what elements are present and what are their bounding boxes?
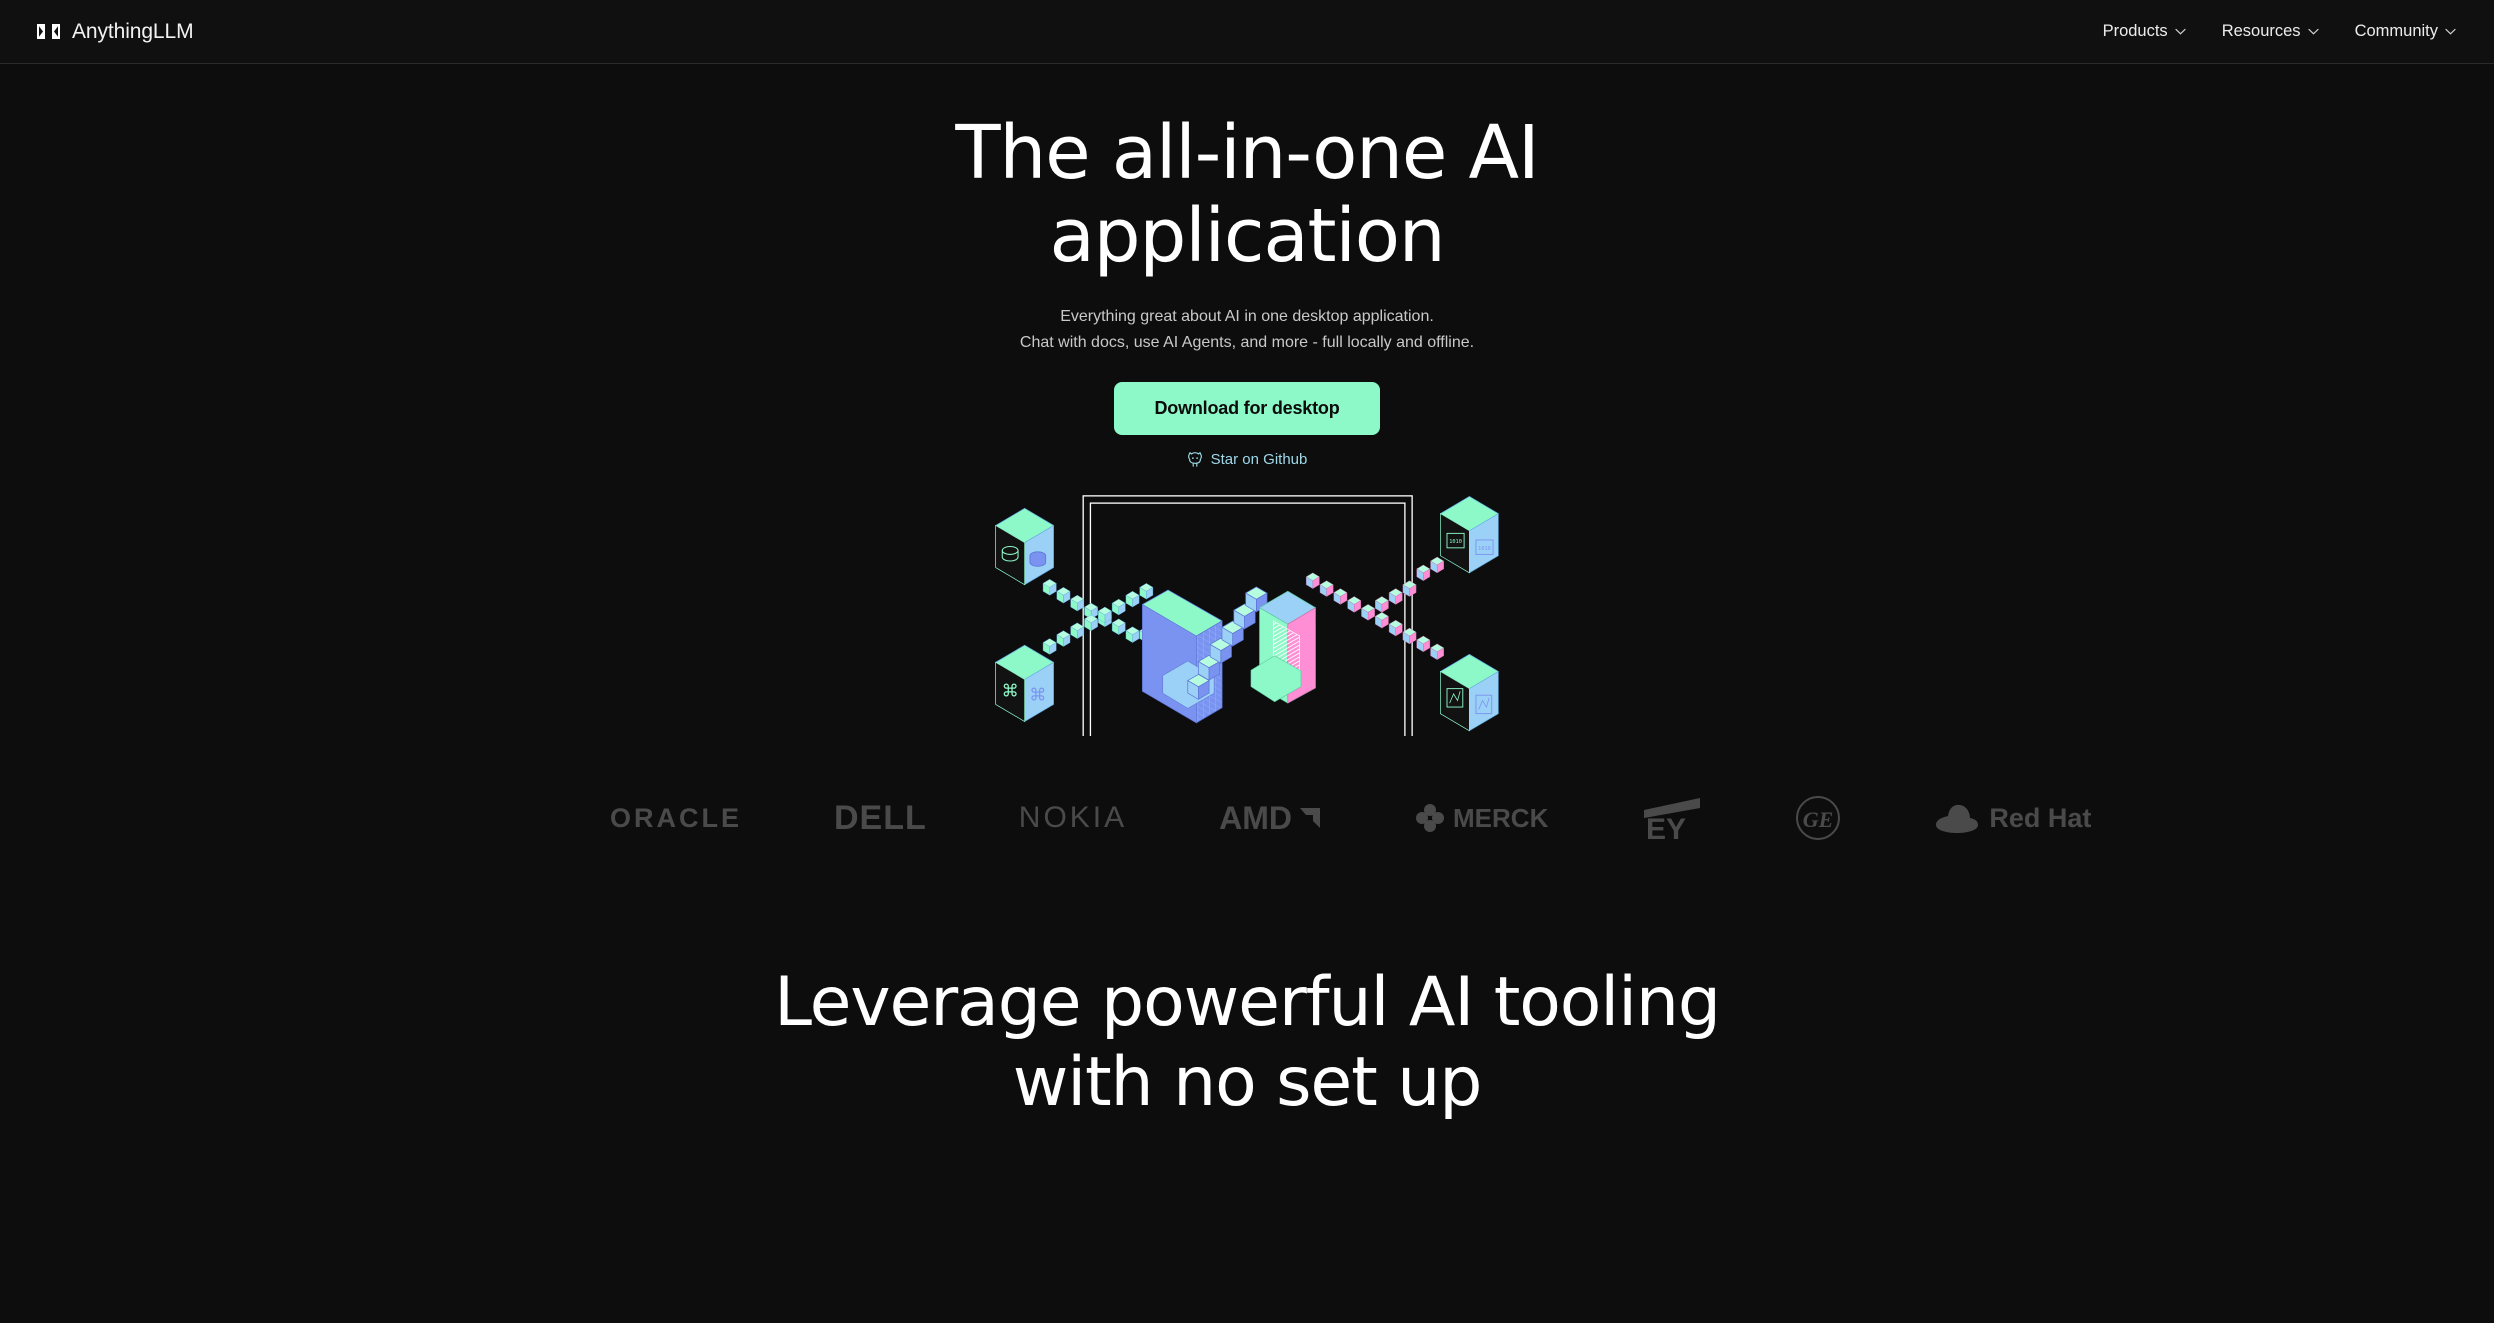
star-on-github-link[interactable]: Star on Github — [1187, 450, 1308, 468]
nav-item-resources[interactable]: Resources — [2222, 22, 2319, 41]
logo-ey: EY — [1640, 794, 1702, 842]
logo-amd-label: AMD — [1219, 799, 1293, 836]
logo-redhat: Red Hat — [1934, 801, 2091, 835]
corner-node-database — [995, 508, 1055, 586]
svg-text:GE: GE — [1803, 807, 1834, 832]
brand-name-label: AnythingLLM — [72, 19, 194, 43]
github-cat-icon — [1187, 451, 1203, 467]
logos-track: ORACLE DELL NOKIA AMD MERCK EY GE Red Ha… — [0, 778, 2494, 858]
logo-dell-label: DELL — [834, 798, 927, 837]
chevron-down-icon — [2175, 28, 2186, 35]
logo-nokia: NOKIA — [1019, 801, 1127, 835]
section2-title: Leverage powerful AI tooling with no set… — [0, 963, 2494, 1123]
chevron-down-icon — [2307, 28, 2319, 35]
merck-mark-icon — [1416, 804, 1445, 833]
page-title: The all-in-one AI application — [757, 112, 1737, 278]
logo-amd: AMD — [1219, 800, 1323, 837]
star-on-github-label: Star on Github — [1210, 450, 1308, 468]
brand-logo[interactable]: AnythingLLM — [36, 19, 194, 44]
logo-ge: GE — [1794, 794, 1842, 842]
logo-redhat-label: Red Hat — [1989, 802, 2092, 833]
ge-mark-icon: GE — [1796, 796, 1841, 841]
logo-oracle: ORACLE — [610, 803, 742, 834]
hero-cta-group: Download for desktop Star on Github — [0, 381, 2494, 473]
nav-item-products-label: Products — [2102, 22, 2168, 40]
download-for-desktop-button[interactable]: Download for desktop — [1114, 381, 1380, 435]
ey-mark-icon: EY — [1644, 798, 1701, 842]
hero-illustration-wrapper: ⌘ ⌘ 1010 1010 — [0, 486, 2494, 737]
nav-item-resources-label: Resources — [2221, 22, 2301, 40]
center-pink-u-block — [1250, 590, 1317, 704]
svg-text:EY: EY — [1646, 813, 1686, 842]
svg-text:⌘: ⌘ — [1002, 682, 1019, 702]
anythingllm-logo-mark-icon — [36, 23, 61, 40]
corner-node-binary: 1010 1010 — [1439, 496, 1499, 574]
logo-merck-label: MERCK — [1453, 802, 1549, 833]
top-navbar: AnythingLLM Products Resources Community — [0, 0, 2494, 64]
nav-item-products[interactable]: Products — [2103, 22, 2186, 41]
section2-title-line1: Leverage powerful AI tooling — [774, 963, 1721, 1043]
hero-subtitle-line2: Chat with docs, use AI Agents, and more … — [1019, 333, 1475, 351]
hero-title-line2: application — [1049, 192, 1446, 279]
logo-nokia-label: NOKIA — [1018, 801, 1128, 835]
svg-text:1010: 1010 — [1449, 539, 1462, 545]
section2-title-line2: with no set up — [1012, 1043, 1483, 1123]
chevron-down-icon — [2445, 28, 2456, 35]
nav-links: Products Resources Community — [2103, 22, 2456, 41]
isometric-laptop-network-illustration: ⌘ ⌘ 1010 1010 — [995, 495, 1499, 737]
redhat-fedora-icon — [1936, 804, 1979, 834]
leverage-section: Leverage powerful AI tooling with no set… — [0, 963, 2494, 1123]
cube-chain-top-right — [1305, 556, 1445, 621]
nav-item-community[interactable]: Community — [2355, 22, 2456, 41]
hero-section: The all-in-one AI application Everything… — [0, 64, 2494, 472]
hero-subtitle: Everything great about AI in one desktop… — [0, 304, 2494, 356]
logo-oracle-label: ORACLE — [610, 802, 742, 833]
customer-logos-marquee: ORACLE DELL NOKIA AMD MERCK EY GE Red Ha… — [0, 778, 2494, 858]
corner-node-command: ⌘ ⌘ — [995, 644, 1055, 723]
logo-merck: MERCK — [1415, 803, 1548, 834]
amd-arrow-icon — [1300, 808, 1321, 829]
cube-chain-bottom-right — [1374, 612, 1445, 661]
hero-subtitle-line1: Everything great about AI in one desktop… — [1060, 307, 1434, 325]
nav-item-community-label: Community — [2354, 22, 2438, 40]
corner-node-document — [1439, 654, 1499, 732]
hero-title-line1: The all-in-one AI — [955, 110, 1539, 196]
svg-text:⌘: ⌘ — [1029, 686, 1046, 706]
logo-dell: DELL — [834, 799, 927, 838]
svg-text:1010: 1010 — [1478, 546, 1491, 552]
